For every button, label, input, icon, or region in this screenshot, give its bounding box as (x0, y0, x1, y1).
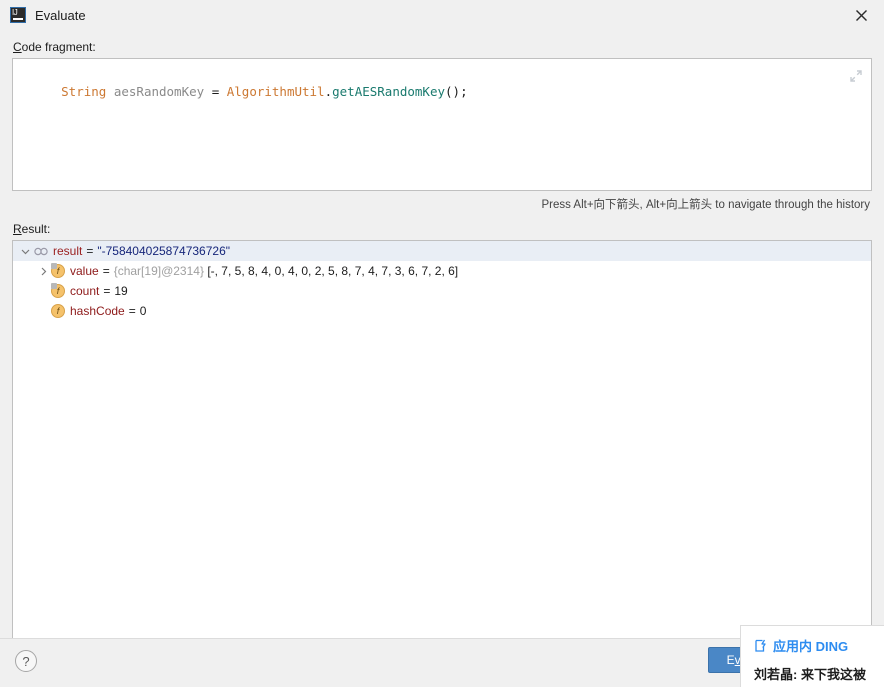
code-token-keyword: String (61, 84, 107, 99)
field-icon-glyph: f (56, 305, 60, 316)
code-fragment-label-mnemonic: C (13, 40, 22, 54)
tree-row[interactable]: f count = 19 (13, 281, 871, 301)
window-title: Evaluate (35, 7, 86, 23)
tree-node-value: 19 (114, 284, 128, 298)
tree-node-value: [-, 7, 5, 8, 4, 0, 4, 0, 2, 5, 8, 7, 4, … (207, 264, 459, 278)
chevron-right-icon[interactable] (35, 263, 51, 279)
tree-node-value: "-758404025874736726" (97, 244, 231, 258)
code-fragment-label: Code fragment: (13, 40, 872, 54)
code-space-2 (204, 84, 212, 99)
close-icon (855, 9, 867, 21)
code-fragment-editor[interactable]: String aesRandomKey = AlgorithmUtil.getA… (12, 58, 872, 191)
expand-editor-icon[interactable] (849, 69, 863, 83)
field-icon: f (51, 263, 65, 278)
dialog-content: Code fragment: String aesRandomKey = Alg… (0, 40, 884, 642)
tree-node-name: result (53, 244, 83, 258)
tree-node-value-ref: {char[19]@2314} (113, 264, 204, 278)
history-hint: Press Alt+向下箭头, Alt+向上箭头 to navigate thr… (541, 199, 870, 211)
help-button[interactable]: ? (15, 650, 37, 672)
tree-node-name: value (70, 264, 99, 278)
code-fragment-line: String aesRandomKey = AlgorithmUtil.getA… (13, 59, 871, 116)
tree-row[interactable]: f value = {char[19]@2314} [-, 7, 5, 8, 4… (13, 261, 871, 281)
tree-node-name: hashCode (70, 304, 125, 318)
result-tree-panel[interactable]: result = "-758404025874736726" f value =… (12, 240, 872, 642)
ding-app-icon (755, 639, 766, 652)
notification-title: 应用内 DING (773, 639, 849, 654)
code-fragment-label-rest: ode fragment: (21, 40, 96, 54)
code-token-variable: aesRandomKey (113, 84, 205, 99)
intellij-idea-icon (10, 7, 26, 23)
code-token-parens: () (445, 84, 461, 99)
code-space-1 (106, 84, 114, 99)
code-token-class: AlgorithmUtil (226, 84, 325, 99)
field-icon-glyph: f (56, 285, 60, 296)
result-label: Result: (13, 222, 872, 236)
field-icon: f (51, 283, 65, 298)
tree-node-equals: = (103, 284, 111, 298)
field-icon-glyph: f (56, 265, 60, 276)
tree-node-equals: = (128, 304, 136, 318)
dingtalk-notification-popup[interactable]: 应用内 DING 刘若晶: 来下我这被 (740, 625, 884, 687)
code-space-3 (219, 84, 227, 99)
chevron-down-icon[interactable] (17, 243, 33, 259)
code-token-method: getAESRandomKey (332, 84, 446, 99)
close-button[interactable] (838, 0, 884, 30)
code-token-semicolon: ; (460, 84, 468, 99)
result-label-rest: esult: (21, 222, 51, 236)
tree-node-name: count (70, 284, 100, 298)
tree-node-equals: = (102, 264, 110, 278)
code-token-dot: . (324, 84, 333, 99)
tree-node-equals: = (86, 244, 94, 258)
tree-row[interactable]: f hashCode = 0 (13, 301, 871, 321)
tree-node-value: 0 (139, 304, 147, 318)
result-label-mnemonic: R (13, 222, 22, 236)
field-icon: f (51, 304, 65, 318)
window-titlebar: Evaluate (0, 0, 884, 30)
object-value-icon (33, 243, 49, 259)
evaluate-button-label-before: E (726, 653, 735, 667)
notification-message: 刘若晶: 来下我这被 (754, 667, 866, 682)
tree-row[interactable]: result = "-758404025874736726" (13, 241, 871, 261)
notification-header: 应用内 DING (754, 636, 884, 655)
help-icon: ? (22, 653, 30, 669)
